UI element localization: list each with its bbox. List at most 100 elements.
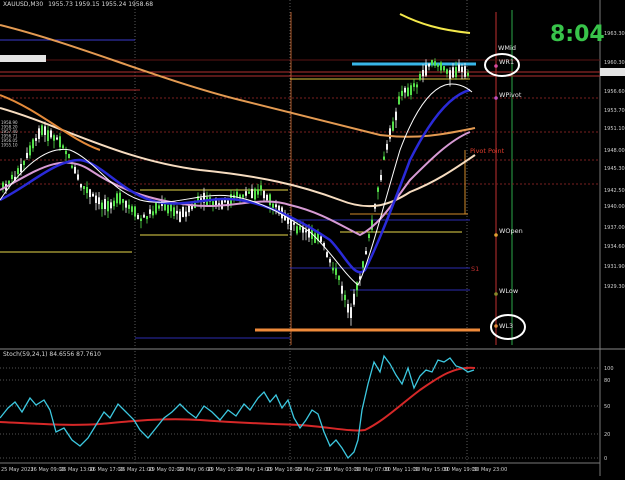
candle-body: [242, 194, 244, 198]
candle-body: [17, 168, 19, 175]
candle-body: [428, 63, 430, 67]
candle-body: [263, 190, 265, 199]
candle-body: [407, 87, 409, 96]
candle-body: [395, 111, 397, 121]
candle-body: [296, 226, 298, 234]
candle-body: [98, 197, 100, 205]
candle-body: [167, 204, 169, 214]
candle-body: [449, 70, 451, 79]
candle-body: [338, 275, 340, 281]
candle-body: [92, 193, 94, 197]
candle-body: [257, 189, 259, 195]
candle-body: [182, 206, 184, 217]
candle-body: [251, 188, 253, 198]
candle-body: [188, 205, 190, 213]
wpivot-label: WPivot: [499, 91, 522, 99]
candle-body: [146, 216, 148, 220]
candle-body: [299, 226, 301, 230]
candle-body: [47, 130, 49, 142]
left-price-tag: [0, 55, 46, 62]
candle-body: [266, 194, 268, 201]
price-tick-label: 1945.30: [604, 166, 625, 172]
candle-body: [431, 60, 433, 65]
candle-body: [77, 174, 79, 180]
price-tick-label: 1960.30: [604, 60, 625, 66]
candle-body: [185, 211, 187, 217]
price-chart[interactable]: 1958.901958.201957.401956.711956.051955.…: [0, 0, 625, 476]
candle-body: [128, 204, 130, 209]
chart-background: [0, 0, 600, 476]
candle-body: [176, 210, 178, 214]
price-tick-label: 1951.10: [604, 126, 625, 132]
candle-body: [416, 84, 418, 88]
candle-body: [410, 85, 412, 95]
stoch-tick-label: 0: [604, 456, 607, 462]
candle-body: [71, 165, 73, 168]
candle-body: [293, 222, 295, 225]
candle-body: [422, 69, 424, 77]
candle-body: [68, 153, 70, 159]
candle-body: [347, 304, 349, 313]
trading-chart-window[interactable]: 1958.90 1958.20 1957.40 1956.71 1956.05 1955.…: [0, 0, 625, 476]
candle-body: [326, 252, 328, 258]
candle-body: [455, 67, 457, 77]
candle-body: [419, 73, 421, 80]
s1-label: S1: [471, 265, 479, 273]
candle-body: [89, 189, 91, 198]
candle-body: [62, 145, 64, 149]
price-tick-label: 1956.60: [604, 89, 625, 95]
candle-body: [134, 206, 136, 217]
candle-body: [329, 259, 331, 263]
candle-body: [440, 62, 442, 71]
candle-body: [53, 135, 55, 141]
candle-body: [404, 87, 406, 93]
candle-body: [20, 163, 22, 173]
candle-body: [152, 211, 154, 216]
candle-body: [137, 214, 139, 220]
candle-body: [101, 202, 103, 210]
candle-body: [269, 194, 271, 206]
time-tick-label: 25 May 2023: [1, 467, 34, 473]
candle-body: [377, 187, 379, 192]
time-tick-label: 30 May 23:00: [473, 467, 507, 473]
candle-body: [332, 267, 334, 271]
pivot-point-label: Pivot Point: [470, 147, 505, 155]
candle-body: [245, 191, 247, 196]
candle-body: [446, 69, 448, 74]
candle-body: [254, 188, 256, 200]
candle-body: [59, 136, 61, 148]
candle-body: [11, 174, 13, 180]
candle-body: [44, 126, 46, 135]
stoch-axis: 100 80 50 20 0: [604, 366, 614, 462]
time-axis: 25 May 202326 May 09:0026 May 13:0026 Ma…: [1, 467, 507, 473]
stoch-tick-label: 50: [604, 404, 610, 410]
candle-body: [368, 234, 370, 238]
candle-body: [143, 214, 145, 218]
candle-body: [272, 203, 274, 208]
candle-body: [437, 64, 439, 67]
price-tick-label: 1963.30: [604, 31, 625, 37]
candle-body: [65, 150, 67, 155]
candle-body: [170, 204, 172, 212]
price-tick-label: 1931.90: [604, 264, 625, 270]
price-tick-label: 1929.30: [604, 284, 625, 290]
candle-body: [155, 202, 157, 214]
left-stacked-labels: 1958.901958.201957.401956.711956.051955.…: [1, 120, 18, 148]
stoch-tick-label: 80: [604, 378, 610, 384]
candle-body: [95, 195, 97, 203]
candle-body: [179, 211, 181, 222]
candle-body: [353, 293, 355, 305]
candle-body: [461, 66, 463, 73]
candle-body: [434, 61, 436, 66]
candle-body: [35, 138, 37, 141]
candle-body: [320, 236, 322, 242]
chart-title: XAUUSD,M30 1955.73 1959.15 1955.24 1958.…: [3, 1, 153, 8]
stoch-title: Stoch(59,24,1) 84.6556 87.7610: [3, 351, 101, 358]
candle-body: [131, 206, 133, 212]
candle-body: [74, 166, 76, 174]
candle-body: [392, 121, 394, 131]
candle-body: [116, 193, 118, 204]
candle-body: [260, 185, 262, 191]
candle-body: [83, 185, 85, 189]
candle-body: [290, 219, 292, 231]
